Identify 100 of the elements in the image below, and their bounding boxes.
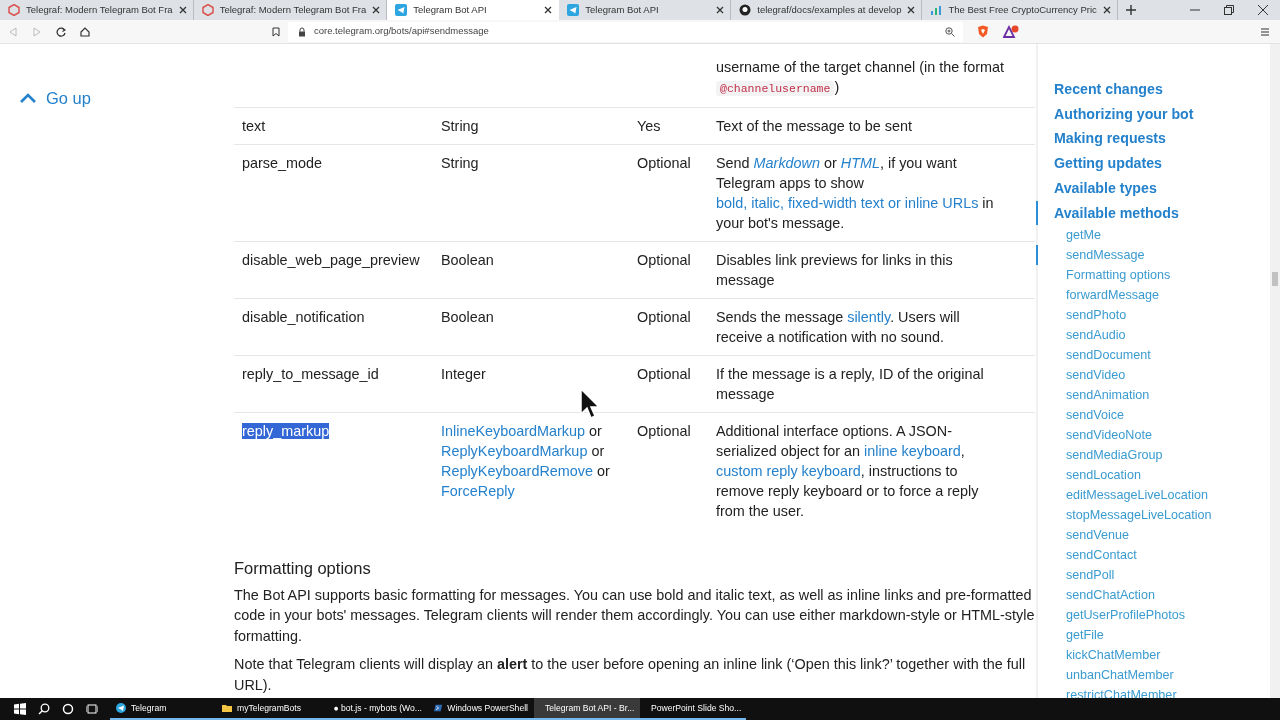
description-text: Text of the message to be sent <box>716 117 913 136</box>
sidebar-sublink[interactable]: stopMessageLiveLocation <box>1036 505 1270 526</box>
reload-icon[interactable] <box>56 26 66 37</box>
paper-plane-icon <box>116 703 126 713</box>
task-view-icon[interactable] <box>86 703 98 715</box>
link[interactable]: ForceReply <box>441 483 515 499</box>
home-icon[interactable] <box>80 26 90 37</box>
taskbar-item[interactable]: Telegram <box>110 698 216 720</box>
lion-shield-icon[interactable] <box>977 25 989 38</box>
taskbar-item[interactable]: myTelegramBots <box>216 698 322 720</box>
sidebar-link[interactable]: Getting updates <box>1036 151 1270 176</box>
type-text: String <box>441 154 480 173</box>
sidebar-sublink[interactable]: sendPhoto <box>1036 305 1270 326</box>
taskbar-item[interactable]: PowerPoint Slide Sho... <box>640 698 746 720</box>
sidebar-sublink[interactable]: sendDocument <box>1036 345 1270 366</box>
parameter-name: disable_notification <box>242 309 365 325</box>
type-text: Integer <box>441 365 487 384</box>
paragraph: The Bot API supports basic formatting for messages. You can use bold and italic text, as well as inline links and pre-formatted code in your bots' messages. Telegram clients will render them accordingly. You can use either markdown-style or HTML-style formatting. <box>234 585 1035 646</box>
sidebar-link[interactable]: Recent changes <box>1036 77 1270 102</box>
url-text: core.telegram.org/bots/api#sendmessage <box>314 24 490 39</box>
hexagon-icon <box>8 4 20 16</box>
scroll-thumb[interactable] <box>1272 272 1278 286</box>
link[interactable]: custom reply keyboard <box>716 463 861 479</box>
sidebar-sublink[interactable]: sendMediaGroup <box>1036 445 1270 466</box>
description-text: If the message is a reply, ID of the original message <box>716 365 985 404</box>
description-text: Sends the message silently. Users will receive a notification with no sound. <box>716 308 961 347</box>
octocat-icon <box>739 4 752 16</box>
close-icon[interactable] <box>544 6 553 14</box>
sidebar-sublink[interactable]: sendVideoNote <box>1036 425 1270 446</box>
parameter-name: text <box>242 118 266 134</box>
required-text: Optional <box>637 252 691 268</box>
type-text: Boolean <box>441 251 495 270</box>
sidebar-sublink[interactable]: unbanChatMember <box>1036 665 1270 686</box>
new-tab-icon[interactable] <box>1125 5 1136 15</box>
sidebar-sublink[interactable]: editMessageLiveLocation <box>1036 485 1270 506</box>
sidebar-sublink[interactable]: sendChatAction <box>1036 585 1270 606</box>
bookmark-icon[interactable] <box>272 26 280 37</box>
link[interactable]: ReplyKeyboardRemove <box>441 463 593 479</box>
windows-logo-icon[interactable] <box>14 703 26 715</box>
parameter-name: reply_markup <box>242 423 330 439</box>
sidebar-sublink[interactable]: Formatting options <box>1036 265 1270 286</box>
description-text: Disables link previews for links in this message <box>716 251 954 290</box>
sidebar-sublink[interactable]: sendVideo <box>1036 365 1270 386</box>
link[interactable]: HTML <box>840 155 880 171</box>
description-text: Additional interface options. A JSON-serialized object for an inline keyboard, custom reply keyboard, instructions to remove reply keyboard or to force a reply from the user. <box>716 422 980 521</box>
terminal-icon <box>434 703 443 713</box>
circle-icon[interactable] <box>62 703 74 715</box>
sidebar-sublink[interactable]: sendLocation <box>1036 465 1270 486</box>
sidebar-sublink[interactable]: getUserProfilePhotos <box>1036 605 1270 626</box>
menu-icon[interactable] <box>1260 26 1270 37</box>
sidebar-sublink[interactable]: kickChatMember <box>1036 645 1270 666</box>
required-text: Optional <box>637 366 691 382</box>
close-icon[interactable] <box>716 6 725 14</box>
sidebar-sublink[interactable]: getFile <box>1036 625 1270 646</box>
go-up-link[interactable]: Go up <box>20 86 91 111</box>
folder-icon <box>222 703 232 713</box>
code-text: @channelusername <box>716 81 835 96</box>
caret-up-icon <box>20 93 36 104</box>
zoom-icon[interactable] <box>945 26 955 37</box>
sidebar-link[interactable]: Making requests <box>1036 126 1270 152</box>
link[interactable]: inline keyboard <box>864 443 961 459</box>
sidebar-link[interactable]: Available types <box>1036 175 1270 201</box>
close-icon[interactable] <box>178 6 187 14</box>
browser-tab[interactable]: Telegram Bot API <box>387 0 560 20</box>
sidebar-sublink[interactable]: sendVoice <box>1036 405 1270 426</box>
required-text: Optional <box>637 155 691 171</box>
close-icon[interactable] <box>1258 5 1268 15</box>
sidebar-link[interactable]: Authorizing your bot <box>1036 101 1270 127</box>
description-text: Send Markdown or HTML, if you want Telegram apps to show bold, italic, fixed-width text or inline URLs in your bot's message. <box>716 154 995 233</box>
hexagon-icon <box>201 4 214 16</box>
close-icon[interactable] <box>372 6 381 14</box>
sidebar-sublink[interactable]: sendContact <box>1036 545 1270 566</box>
lock-icon <box>298 26 306 37</box>
parameter-name: reply_to_message_id <box>242 366 379 382</box>
sidebar-sublink[interactable]: getMe <box>1036 225 1270 246</box>
close-icon[interactable] <box>907 6 916 14</box>
required-text: Yes <box>637 118 661 134</box>
sidebar-sublink[interactable]: sendPoll <box>1036 565 1270 586</box>
restore-icon[interactable] <box>1224 5 1234 15</box>
section-heading: Formatting options <box>234 559 372 579</box>
type-text: Boolean <box>441 308 495 327</box>
search-icon[interactable] <box>38 703 50 715</box>
taskbar-item[interactable]: ● bot.js - mybots (Wo... <box>322 698 428 720</box>
type-text: InlineKeyboardMarkup or ReplyKeyboardMarkup or ReplyKeyboardRemove or ForceReply <box>441 422 611 501</box>
parameter-name: parse_mode <box>242 155 322 171</box>
sidebar-sublink[interactable]: forwardMessage <box>1036 285 1270 306</box>
close-icon[interactable] <box>1102 6 1111 14</box>
required-text: Optional <box>637 423 691 439</box>
link[interactable]: Markdown <box>753 155 820 171</box>
sidebar-sublink[interactable]: sendAudio <box>1036 325 1270 346</box>
link[interactable]: ReplyKeyboardMarkup <box>441 443 588 459</box>
sidebar-sublink[interactable]: sendAnimation <box>1036 385 1270 406</box>
taskbar-item[interactable]: Telegram Bot API - Br... <box>534 698 640 720</box>
scrollbar[interactable] <box>1270 44 1280 698</box>
paper-plane-icon <box>567 4 580 16</box>
link[interactable]: InlineKeyboardMarkup <box>441 423 585 439</box>
triangle-badge-icon[interactable] <box>1003 25 1019 38</box>
link[interactable]: bold, italic, fixed-width text or inline URLs <box>716 195 979 211</box>
sidebar-sublink[interactable]: sendVenue <box>1036 525 1270 546</box>
description-text: username of the target channel (in the format @channelusername ) <box>716 58 1005 98</box>
